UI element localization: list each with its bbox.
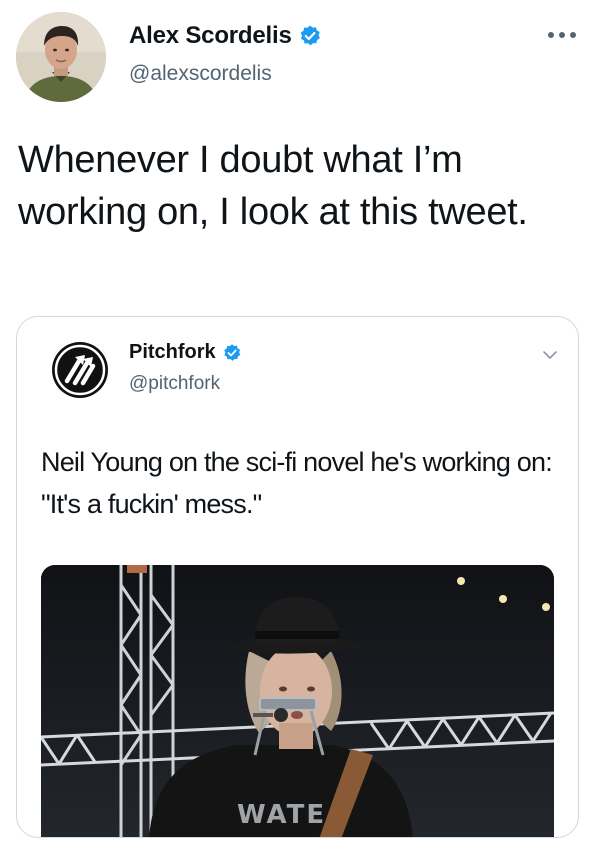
- quoted-tweet-photo[interactable]: WATE: [41, 565, 554, 837]
- author-name-row[interactable]: Alex Scordelis: [129, 22, 322, 50]
- tweet-text: Whenever I doubt what I’m working on, I …: [18, 139, 528, 233]
- quoted-menu-button[interactable]: [542, 347, 558, 365]
- ellipsis-icon: [548, 32, 576, 38]
- more-options-button[interactable]: [547, 22, 577, 42]
- verified-badge-icon: [223, 343, 240, 361]
- author-handle[interactable]: @alexscordelis: [129, 62, 272, 86]
- pitchfork-logo-icon: [52, 342, 108, 398]
- quoted-name-row[interactable]: Pitchfork: [129, 341, 242, 364]
- quoted-tweet-text: Neil Young on the sci-fi novel he's work…: [41, 447, 553, 519]
- quoted-author-handle[interactable]: @pitchfork: [129, 373, 220, 395]
- quoted-tweet-card[interactable]: Pitchfork @pitchfork Neil Young on the s…: [16, 316, 579, 838]
- stage-photo-icon: WATE: [41, 565, 554, 837]
- chevron-down-icon: [543, 351, 557, 359]
- pitchfork-avatar[interactable]: [51, 341, 109, 399]
- verified-badge-icon: [300, 25, 320, 46]
- shirt-text: WATE: [237, 800, 326, 830]
- profile-photo-icon: [16, 12, 106, 102]
- quoted-author-name[interactable]: Pitchfork: [129, 341, 216, 364]
- author-name[interactable]: Alex Scordelis: [129, 22, 292, 50]
- author-avatar[interactable]: [16, 12, 106, 102]
